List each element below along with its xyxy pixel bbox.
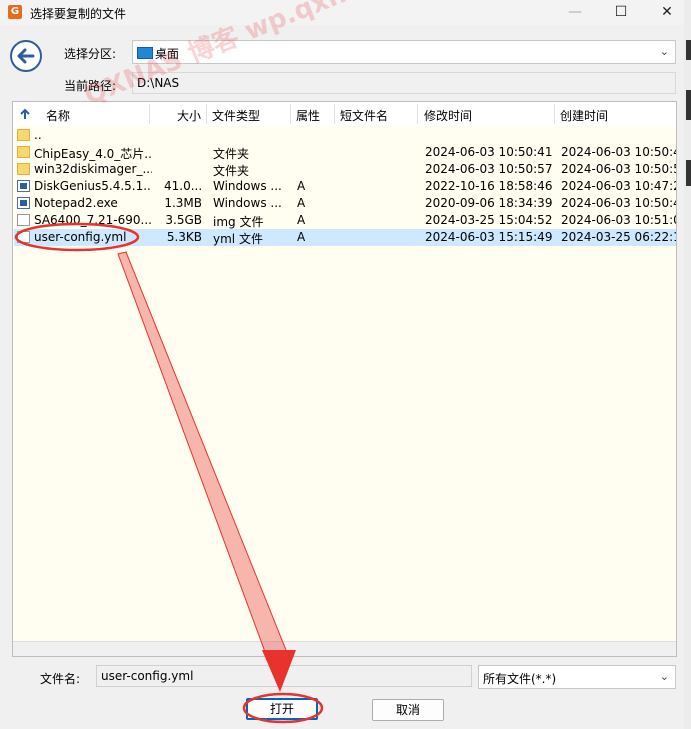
file-size: 3.5GB [165, 213, 202, 227]
file-created: 2024-06-03 10:47:21 [561, 179, 677, 193]
table-row[interactable]: .. [14, 127, 676, 144]
file-icon [17, 214, 30, 226]
open-button[interactable]: 打开 [246, 698, 318, 720]
file-name: SA6400_7.21-690... [34, 213, 152, 227]
background-window-edge [686, 90, 691, 120]
maximize-button[interactable]: ☐ [598, 0, 644, 25]
arrow-up-icon[interactable] [19, 108, 31, 120]
arrow-left-icon [17, 48, 35, 64]
file-name: ChipEasy_4.0_芯片... [34, 147, 152, 161]
file-type: 文件夹 [213, 164, 250, 178]
column-divider[interactable] [206, 104, 207, 124]
column-divider[interactable] [417, 104, 418, 124]
file-modified: 2024-06-03 10:50:41 [425, 145, 553, 159]
window-title: 选择要复制的文件 [30, 7, 127, 21]
filetype-value: 所有文件(*.*) [483, 672, 557, 686]
column-header-size[interactable]: 大小 [177, 107, 201, 124]
file-created: 2024-06-03 10:50:57 [561, 162, 677, 176]
file-modified: 2024-03-25 15:04:52 [425, 213, 553, 227]
cancel-button[interactable]: 取消 [372, 699, 444, 721]
file-size: 41.0... [164, 179, 202, 193]
column-divider[interactable] [149, 104, 150, 124]
file-type: Windows ... [213, 179, 282, 193]
file-attr: A [297, 213, 306, 227]
back-button[interactable] [10, 40, 42, 72]
column-divider[interactable] [554, 104, 555, 124]
file-created: 2024-06-03 10:51:06 [561, 213, 677, 227]
file-attr: A [297, 196, 306, 210]
file-type: 文件夹 [213, 147, 250, 161]
background-window-edge [686, 40, 691, 60]
column-header-short-name[interactable]: 短文件名 [340, 107, 388, 124]
filename-label: 文件名: [40, 672, 81, 686]
file-created: 2024-06-03 10:50:41 [561, 145, 677, 159]
partition-label: 选择分区: [64, 47, 117, 61]
file-name: user-config.yml [34, 230, 127, 244]
table-row[interactable]: Notepad2.exe 1.3MB Windows ... A 2020-09-06 … [14, 195, 677, 212]
file-modified: 2024-06-03 15:15:49 [425, 230, 553, 244]
column-header-name[interactable]: 名称 [46, 107, 70, 124]
exe-file-icon [17, 180, 30, 192]
file-name: .. [34, 128, 42, 142]
file-list[interactable]: 名称 大小 文件类型 属性 短文件名 修改时间 创建时间 .. ChipEasy_… [12, 101, 677, 657]
list-header: 名称 大小 文件类型 属性 短文件名 修改时间 创建时间 [13, 102, 676, 126]
file-modified: 2022-10-16 18:58:46 [425, 179, 553, 193]
file-attr: A [297, 179, 306, 193]
file-created: 2024-03-25 06:22:15 [561, 230, 677, 244]
background-window-edge [686, 160, 691, 186]
chevron-down-icon: ⌄ [659, 670, 669, 683]
column-header-modified[interactable]: 修改时间 [424, 107, 472, 124]
column-divider[interactable] [290, 104, 291, 124]
column-header-type[interactable]: 文件类型 [212, 107, 260, 124]
file-modified: 2020-09-06 18:34:39 [425, 196, 553, 210]
folder-icon [17, 129, 30, 141]
table-row[interactable]: SA6400_7.21-690... 3.5GB img 文件 A 2024-03-25… [14, 212, 677, 229]
exe-file-icon [17, 197, 30, 209]
app-icon: G [8, 5, 22, 19]
file-attr: A [297, 230, 306, 244]
file-type: yml 文件 [213, 232, 263, 246]
table-row[interactable]: DiskGenius5.4.5.1... 41.0... Windows ... A 2… [14, 178, 677, 195]
file-created: 2024-06-03 10:50:49 [561, 196, 677, 210]
filetype-select[interactable]: 所有文件(*.*) ⌄ [478, 665, 676, 689]
column-divider[interactable] [334, 104, 335, 124]
file-modified: 2024-06-03 10:50:57 [425, 162, 553, 176]
column-header-attr[interactable]: 属性 [296, 107, 320, 124]
file-name: Notepad2.exe [34, 196, 118, 210]
file-icon [17, 231, 30, 243]
folder-icon [17, 163, 30, 175]
file-name: win32diskimager_... [34, 162, 152, 176]
filename-field[interactable]: user-config.yml [96, 665, 472, 687]
file-size: 1.3MB [164, 196, 202, 210]
table-row[interactable]: win32diskimager_... 文件夹 2024-06-03 10:50:5… [14, 161, 677, 178]
file-name: DiskGenius5.4.5.1... [34, 179, 152, 193]
file-size: 5.3KB [166, 230, 202, 244]
horizontal-scrollbar[interactable] [13, 641, 676, 656]
filename-value: user-config.yml [101, 669, 194, 683]
file-type: img 文件 [213, 215, 264, 229]
minimize-button[interactable]: — [552, 0, 598, 25]
chevron-down-icon: ⌄ [659, 45, 669, 58]
table-row[interactable]: ChipEasy_4.0_芯片... 文件夹 2024-06-03 10:50:41… [14, 144, 677, 161]
column-header-created[interactable]: 创建时间 [560, 107, 608, 124]
file-type: Windows ... [213, 196, 282, 210]
table-row[interactable]: user-config.yml 5.3KB yml 文件 A 2024-06-03 15… [14, 229, 677, 246]
folder-icon [17, 146, 30, 158]
path-field[interactable]: D:\NAS [132, 72, 676, 94]
